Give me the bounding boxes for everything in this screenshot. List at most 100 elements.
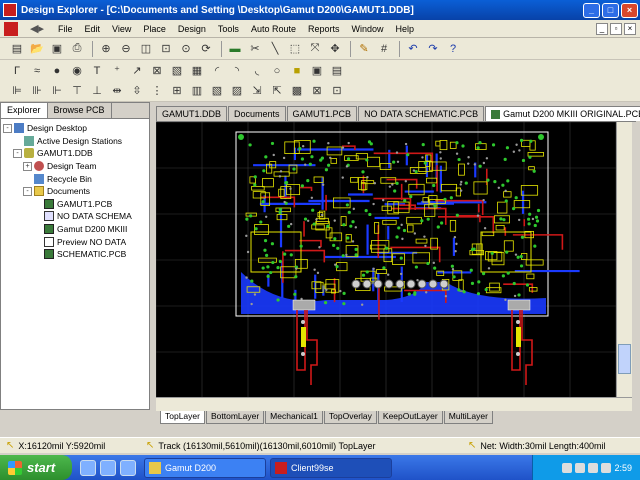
move-icon[interactable]: ✥ [326,40,344,58]
place-string-icon[interactable]: T [88,62,106,80]
layer-tab-keepout[interactable]: KeepOutLayer [377,411,443,424]
taskbar-item-gamut-d200[interactable]: Gamut D200 [144,457,266,478]
tree-item[interactable]: Recycle Bin [3,172,147,185]
minimize-button[interactable]: _ [583,2,600,18]
menu-design[interactable]: Design [172,24,212,34]
place-via-icon[interactable]: ◉ [68,62,86,80]
align-top-icon[interactable]: ⊤ [68,82,86,100]
messenger-icon[interactable] [120,459,136,476]
align-center-icon[interactable]: ⊩ [48,82,66,100]
mdi-restore-button[interactable]: ▫ [610,22,622,35]
arc-any-icon[interactable]: ◟ [248,62,266,80]
menu-auto-route[interactable]: Auto Route [245,24,302,34]
open-folder-icon[interactable]: 📂 [28,40,46,58]
tray-icon[interactable] [575,462,586,473]
tree-item[interactable]: - GAMUT1.DDB [3,147,147,160]
menu-tools[interactable]: Tools [212,24,245,34]
cut-icon[interactable]: ✂ [246,40,264,58]
tree-item[interactable]: - Documents [3,185,147,198]
tree-item[interactable]: - Design Desktop [3,122,147,135]
room-align-icon[interactable]: ▩ [288,82,306,100]
rectangle-fill-icon[interactable]: ■ [288,62,306,80]
align-bottom-icon[interactable]: ⊥ [88,82,106,100]
undo-icon[interactable]: ↶ [404,40,422,58]
tree-item[interactable]: + Design Team [3,160,147,173]
distribute-icon[interactable]: ⋮ [148,82,166,100]
tree-item[interactable]: Preview NO DATA [3,235,147,248]
layer-tab-bottomlayer[interactable]: BottomLayer [205,411,265,424]
menu-reports[interactable]: Reports [302,24,346,34]
zoom-area-icon[interactable]: ◫ [137,40,155,58]
pcb-drawing[interactable] [156,122,616,397]
place-coordinate-icon[interactable]: ⁺ [108,62,126,80]
tree-item[interactable]: GAMUT1.PCB [3,198,147,211]
tray-icon[interactable] [562,462,573,473]
menu-file[interactable]: File [52,24,79,34]
arc-center-icon[interactable]: ◜ [208,62,226,80]
volume-icon[interactable] [588,462,599,473]
move-to-grid-icon[interactable]: ⊞ [168,82,186,100]
tree-item[interactable]: NO DATA SCHEMA [3,210,147,223]
help-icon[interactable]: ? [444,40,462,58]
expand-icon[interactable]: ⇱ [268,82,286,100]
full-circle-icon[interactable]: ○ [268,62,286,80]
place-line-icon[interactable]: ≈ [28,62,46,80]
layer-tab-topoverlay[interactable]: TopOverlay [323,411,377,424]
vertical-scrollbar[interactable] [616,122,632,397]
collapse-icon[interactable]: - [13,148,22,158]
expand-icon[interactable]: + [23,161,32,171]
collapse-icon[interactable]: - [23,186,32,196]
redraw-icon[interactable]: ⟳ [197,40,215,58]
layer-tab-multilayer[interactable]: MultiLayer [443,411,493,424]
doc-tab-ddb[interactable]: GAMUT1.DDB [156,106,228,121]
document-menu-icon[interactable] [4,21,18,36]
arrange-outside-icon[interactable]: ▧ [208,82,226,100]
media-player-icon[interactable] [100,459,116,476]
place-fill-icon[interactable]: ⊠ [148,62,166,80]
deselect-icon[interactable]: ⤧ [306,40,324,58]
layer-tab-toplayer[interactable]: TopLayer [160,411,205,424]
place-polygon-icon[interactable]: ▧ [168,62,186,80]
zoom-fit-icon[interactable]: ⊡ [157,40,175,58]
mdi-close-button[interactable]: × [624,22,636,35]
tree-item[interactable]: Gamut D200 MKIII [3,223,147,236]
doc-tab-documents[interactable]: Documents [228,106,286,121]
pencil-icon[interactable]: ✎ [355,40,373,58]
menu-place[interactable]: Place [137,24,172,34]
mdi-minimize-button[interactable]: _ [596,22,608,35]
taskbar-item-client99se[interactable]: Client99se [270,457,392,478]
space-vertical-icon[interactable]: ⇳ [128,82,146,100]
doc-tab-gamut-original[interactable]: Gamut D200 MKIII ORIGINAL.PCB [485,105,640,121]
network-icon[interactable] [601,462,612,473]
tree-item[interactable]: SCHEMATIC.PCB [3,248,147,261]
array-paste-icon[interactable]: ▤ [328,62,346,80]
collapse-icon[interactable]: - [3,123,12,133]
place-track-icon[interactable]: Γ [8,62,26,80]
vertical-scroll-thumb[interactable] [618,344,631,374]
zoom-select-icon[interactable]: ⊙ [177,40,195,58]
select-room-icon[interactable]: ⊡ [328,82,346,100]
board-icon[interactable]: ▬ [226,40,244,58]
menu-view[interactable]: View [106,24,137,34]
save-icon[interactable]: ▣ [48,40,66,58]
pcb-canvas[interactable] [156,122,616,397]
move-room-icon[interactable]: ⊠ [308,82,326,100]
back-arrow-icon[interactable]: ◀▸ [22,22,52,35]
align-left-icon[interactable]: ⊫ [8,82,26,100]
internet-explorer-icon[interactable] [80,459,96,476]
explorer-toggle-icon[interactable]: ▤ [8,40,26,58]
room-icon[interactable]: ▣ [308,62,326,80]
menu-help[interactable]: Help [390,24,421,34]
arrange-room-icon[interactable]: ▥ [188,82,206,100]
layer-tab-mechanical1[interactable]: Mechanical1 [265,411,323,424]
redo-icon[interactable]: ↷ [424,40,442,58]
tree-item[interactable]: Active Design Stations [3,135,147,148]
place-dimension-icon[interactable]: ↗ [128,62,146,80]
line-icon[interactable]: ╲ [266,40,284,58]
horizontal-scrollbar[interactable] [156,397,632,411]
grid-icon[interactable]: # [375,40,393,58]
zoom-in-icon[interactable]: ⊕ [97,40,115,58]
arc-edge-icon[interactable]: ◝ [228,62,246,80]
space-horizontal-icon[interactable]: ⇹ [108,82,126,100]
shrink-icon[interactable]: ⇲ [248,82,266,100]
